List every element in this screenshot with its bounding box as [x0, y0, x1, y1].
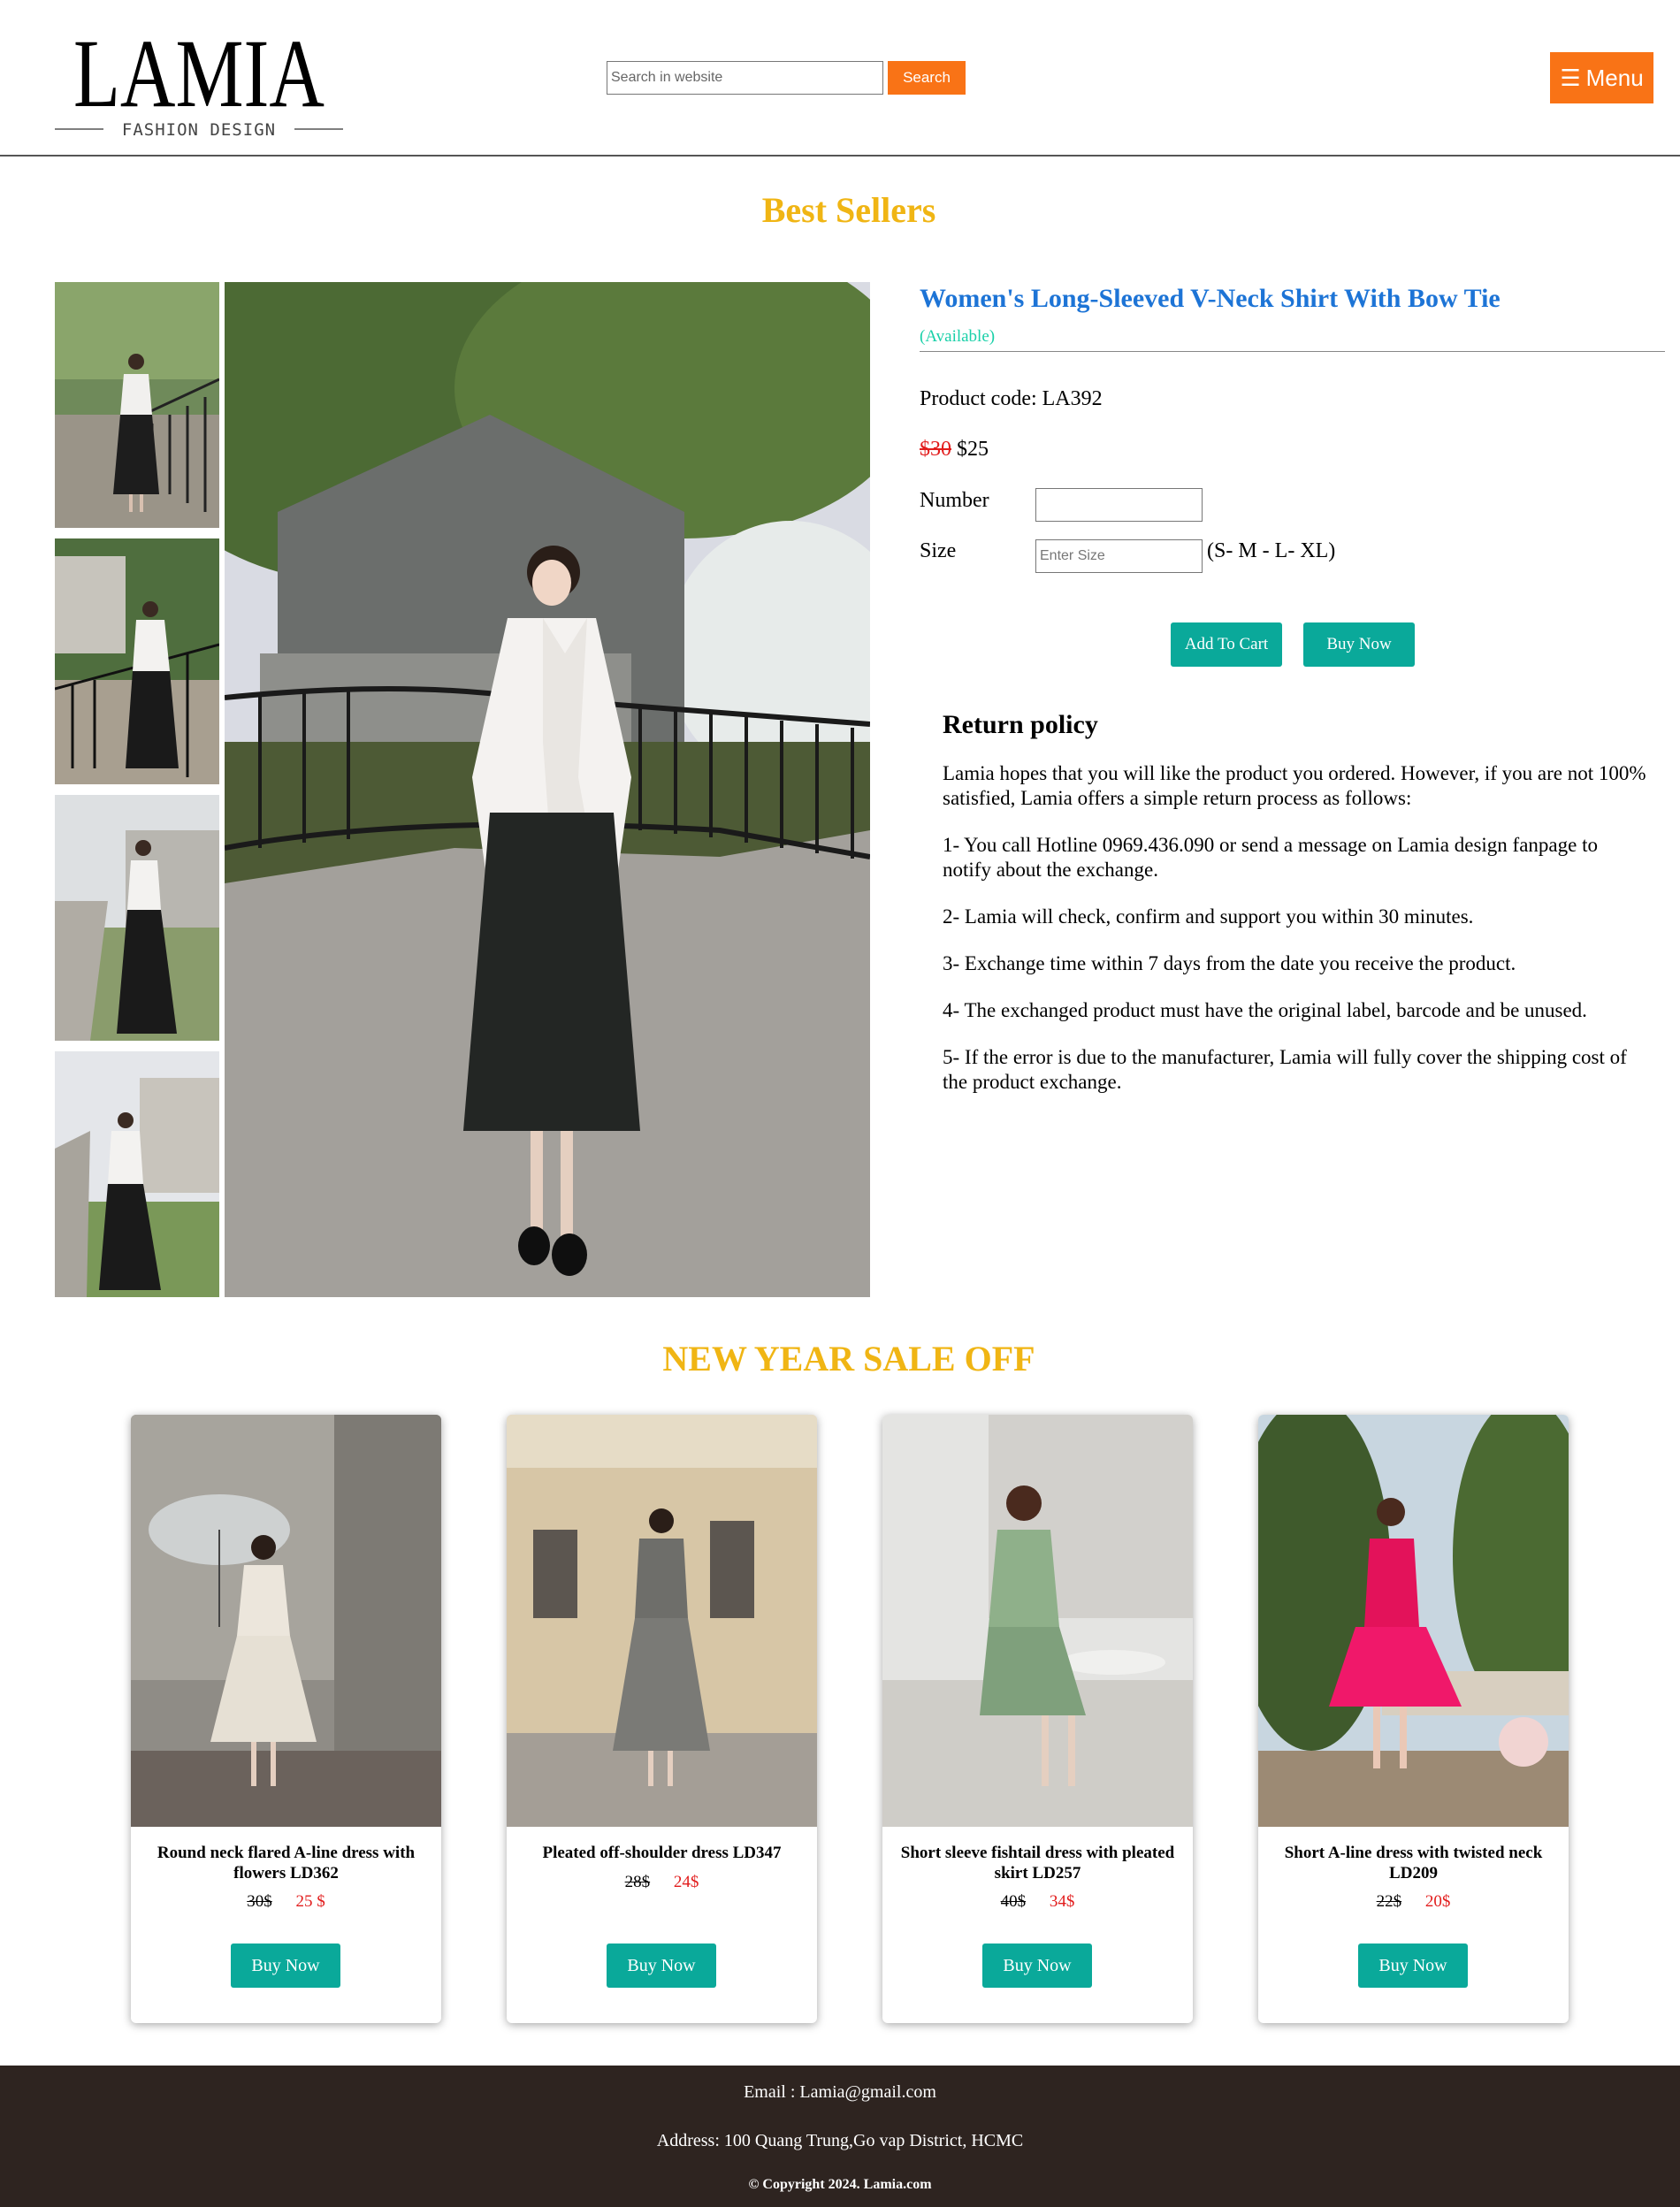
- product-thumbnail[interactable]: [55, 795, 219, 1041]
- card-new-price: 34$: [1049, 1892, 1075, 1911]
- card-old-price: 30$: [247, 1892, 272, 1911]
- product-thumbnail[interactable]: [55, 538, 219, 784]
- policy-paragraph: Lamia hopes that you will like the produ…: [943, 762, 1646, 809]
- lamia-logo-graphic: LAMIA FASHION DESIGN: [55, 19, 343, 140]
- size-options-hint: (S- M - L- XL): [1207, 539, 1336, 562]
- main-product-image: [225, 282, 870, 1297]
- card-old-price: 40$: [1000, 1892, 1027, 1911]
- old-price: $30: [920, 438, 951, 461]
- card-buy-now-button[interactable]: Buy Now: [607, 1944, 716, 1988]
- best-sellers-title: Best Sellers: [761, 190, 936, 230]
- card-image: [507, 1415, 817, 1827]
- menu-button[interactable]: ☰ Menu: [1550, 52, 1653, 103]
- card-prices: 30$ 25 $: [131, 1892, 441, 1912]
- policy-paragraph: 2- Lamia will check, confirm and support…: [943, 905, 1474, 928]
- card-new-price: 20$: [1424, 1892, 1451, 1911]
- card-product-name[interactable]: Short A-line dress with twisted neck LD2…: [1271, 1843, 1556, 1883]
- card-old-price: 22$: [1376, 1892, 1402, 1911]
- quantity-input[interactable]: [1035, 488, 1203, 522]
- card-prices: 28$ 24$: [507, 1873, 817, 1892]
- product-thumbnail[interactable]: [55, 1051, 219, 1297]
- policy-paragraph: 4- The exchanged product must have the o…: [943, 999, 1587, 1021]
- policy-paragraph: 5- If the error is due to the manufactur…: [943, 1046, 1627, 1093]
- product-card: Round neck flared A-line dress with flow…: [131, 1415, 441, 2023]
- card-product-name[interactable]: Pleated off-shoulder dress LD347: [519, 1843, 805, 1863]
- card-photo[interactable]: [882, 1415, 1193, 1827]
- card-buy-now-button[interactable]: Buy Now: [231, 1944, 340, 1988]
- card-photo[interactable]: [131, 1415, 441, 1827]
- product-card: Pleated off-shoulder dress LD347 28$ 24$…: [507, 1415, 817, 2023]
- policy-paragraph: 3- Exchange time within 7 days from the …: [943, 952, 1516, 974]
- product-code: Product code: LA392: [920, 387, 1103, 410]
- card-old-price: 28$: [624, 1873, 651, 1891]
- main-product-photo: [225, 282, 870, 1297]
- search-button[interactable]: Search: [888, 61, 966, 95]
- site-footer: Email : Lamia@gmail.com Address: 100 Qua…: [0, 2066, 1680, 2207]
- footer-address: Address: 100 Quang Trung,Go vap District…: [656, 2131, 1024, 2150]
- card-photo[interactable]: [507, 1415, 817, 1827]
- thumbnail-photo: [55, 795, 219, 1041]
- divider: [920, 351, 1665, 352]
- return-policy-title: Return policy: [943, 710, 1098, 739]
- card-product-name[interactable]: Short sleeve fishtail dress with pleated…: [895, 1843, 1180, 1883]
- menu-label: Menu: [1585, 64, 1644, 91]
- footer-copyright: © Copyright 2024. Lamia.com: [748, 2177, 932, 2192]
- card-product-name[interactable]: Round neck flared A-line dress with flow…: [143, 1843, 429, 1883]
- card-image: [882, 1415, 1193, 1827]
- availability-status: (Available): [920, 327, 996, 346]
- size-input[interactable]: [1035, 539, 1203, 573]
- card-prices: 22$ 20$: [1258, 1892, 1569, 1912]
- product-price: $30 $25: [920, 438, 989, 462]
- product-card: Short sleeve fishtail dress with pleated…: [882, 1415, 1193, 2023]
- logo-tagline: FASHION DESIGN: [122, 120, 276, 140]
- thumbnail-photo: [55, 282, 219, 528]
- lamia-logo[interactable]: LAMIA FASHION DESIGN: [55, 19, 343, 143]
- hamburger-icon: ☰: [1560, 64, 1581, 91]
- new-price: $25: [957, 438, 989, 461]
- site-header: LAMIA FASHION DESIGN Search ☰ Menu: [0, 0, 1680, 157]
- card-image: [131, 1415, 441, 1827]
- sale-title: NEW YEAR SALE OFF: [662, 1339, 1035, 1378]
- card-new-price: 25 $: [295, 1892, 325, 1911]
- logo-wordmark: LAMIA: [73, 19, 325, 127]
- policy-paragraph: 1- You call Hotline 0969.436.090 or send…: [943, 834, 1598, 881]
- number-label: Number: [920, 489, 989, 512]
- card-photo[interactable]: [1258, 1415, 1569, 1827]
- product-thumbnail[interactable]: [55, 282, 219, 528]
- thumbnail-photo: [55, 1051, 219, 1297]
- card-buy-now-button[interactable]: Buy Now: [1358, 1944, 1468, 1988]
- return-policy: Return policy Lamia hopes that you will …: [943, 710, 1650, 1117]
- buy-now-button[interactable]: Buy Now: [1303, 622, 1415, 667]
- product-card: Short A-line dress with twisted neck LD2…: [1258, 1415, 1569, 2023]
- card-buy-now-button[interactable]: Buy Now: [982, 1944, 1092, 1988]
- thumbnail-photo: [55, 538, 219, 784]
- card-image: [1258, 1415, 1569, 1827]
- search-input[interactable]: [607, 61, 883, 95]
- card-prices: 40$ 34$: [882, 1892, 1193, 1912]
- size-label: Size: [920, 539, 957, 562]
- card-new-price: 24$: [673, 1873, 699, 1891]
- add-to-cart-button[interactable]: Add To Cart: [1171, 622, 1282, 667]
- product-title: Women's Long-Sleeved V-Neck Shirt With B…: [920, 284, 1501, 313]
- footer-email[interactable]: Email : Lamia@gmail.com: [0, 2082, 1680, 2103]
